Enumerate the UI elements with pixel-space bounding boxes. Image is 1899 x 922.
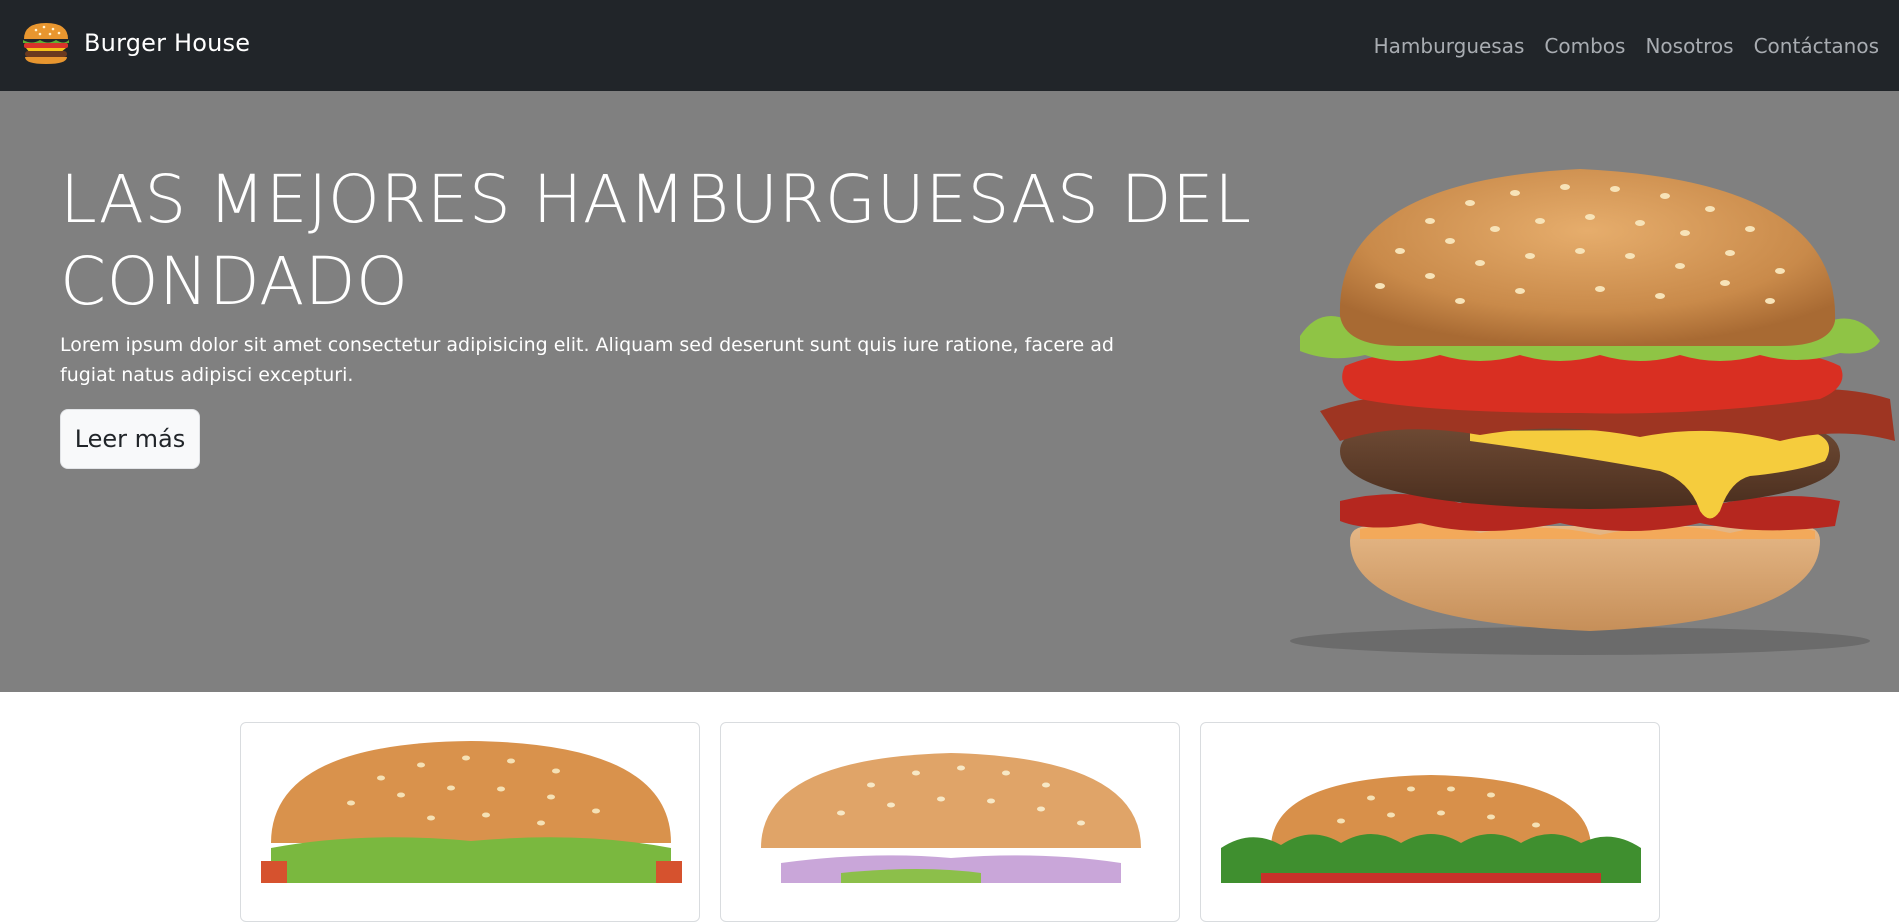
burger-photo-1 <box>261 741 682 883</box>
nav-link-combos[interactable]: Combos <box>1534 34 1635 58</box>
nav-link-hamburguesas[interactable]: Hamburguesas <box>1364 34 1535 58</box>
nav-link-contactanos[interactable]: Contáctanos <box>1744 34 1889 58</box>
menu-card-3[interactable] <box>1200 722 1660 922</box>
menu-card-2[interactable] <box>720 722 1180 922</box>
read-more-button[interactable]: Leer más <box>60 409 200 469</box>
brand-name: Burger House <box>84 29 251 57</box>
hamburger-photo <box>1290 169 1895 655</box>
hero-text: Lorem ipsum dolor sit amet consectetur a… <box>60 334 1114 386</box>
nav-links: Hamburguesas Combos Nosotros Contáctanos <box>1364 0 1889 91</box>
hero-section: LAS MEJORES HAMBURGUESAS DEL CONDADO Lor… <box>0 91 1899 692</box>
burger-photo-3 <box>1221 775 1641 883</box>
menu-card-1[interactable] <box>240 722 700 922</box>
burger-photo-2 <box>761 753 1141 883</box>
menu-cards <box>0 692 1899 922</box>
burger-icon <box>23 23 69 64</box>
hero-title: LAS MEJORES HAMBURGUESAS DEL CONDADO <box>60 161 1252 320</box>
brand-link[interactable]: Burger House <box>20 19 250 67</box>
navbar: Burger House Hamburguesas Combos Nosotro… <box>0 0 1899 91</box>
nav-link-nosotros[interactable]: Nosotros <box>1635 34 1743 58</box>
